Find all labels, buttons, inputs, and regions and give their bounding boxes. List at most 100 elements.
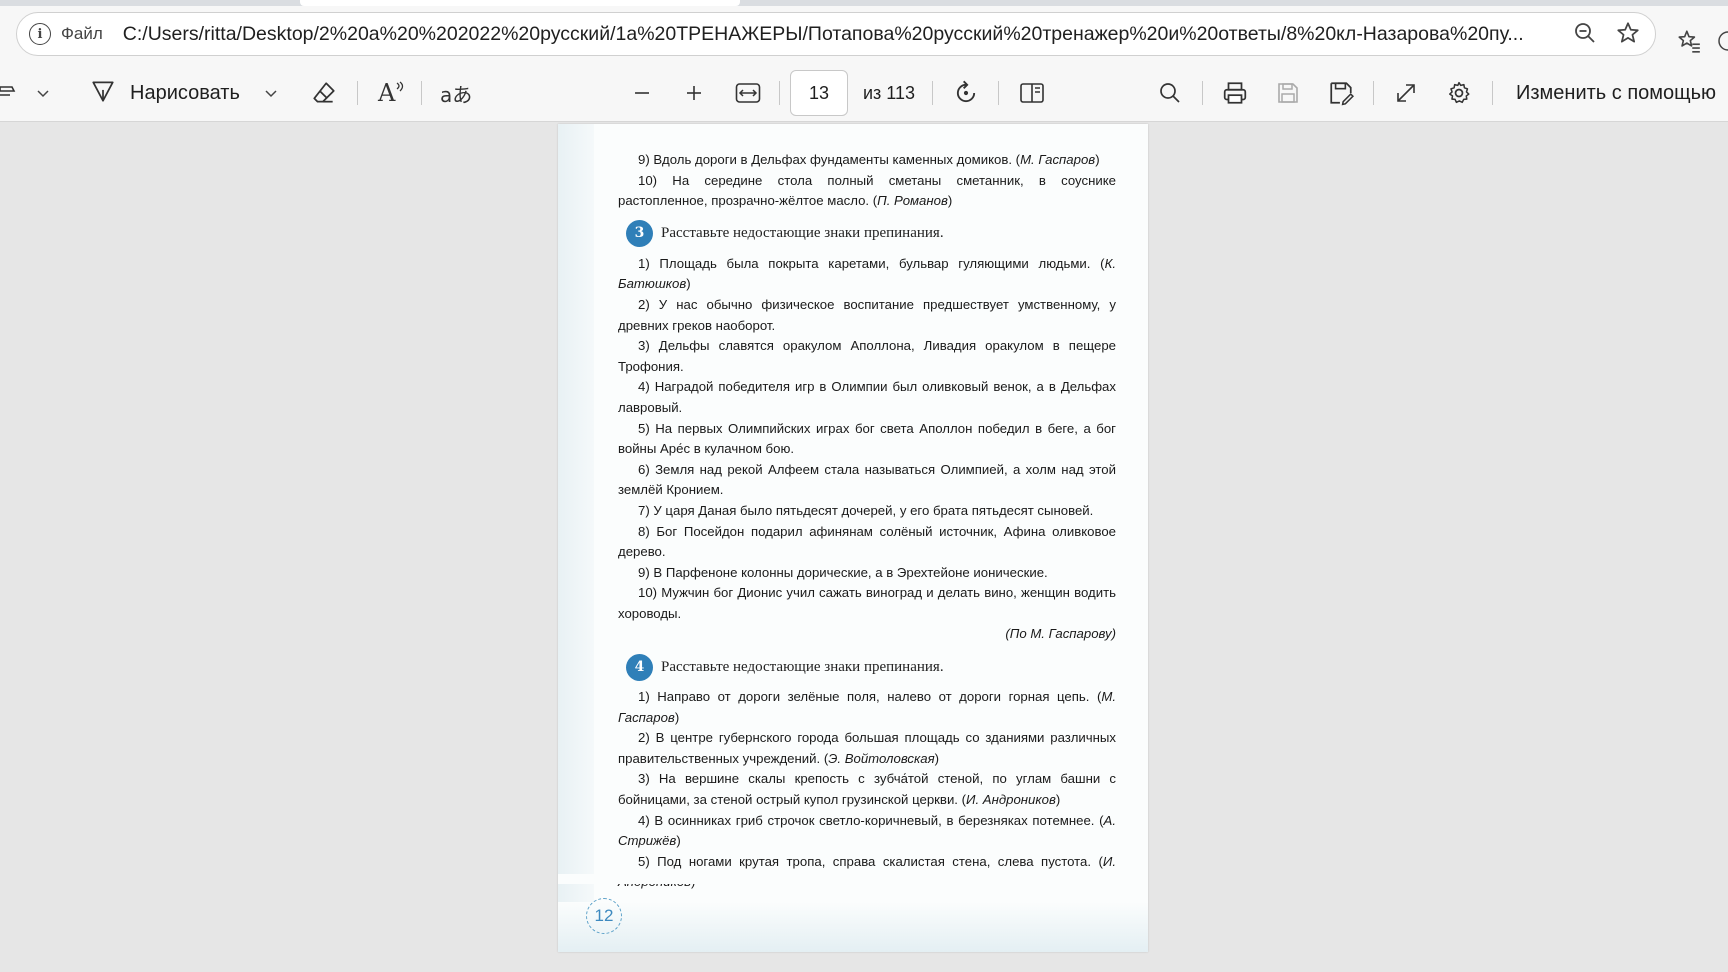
sentence-text: 3) Дельфы славятся оракулом Аполлона, Ли… xyxy=(618,338,1116,374)
edit-with-label: Изменить с помощью xyxy=(1516,81,1717,104)
exercise-sentence: 6) Земля над рекой Алфеем стала называть… xyxy=(618,460,1116,501)
draw-label: Нарисовать xyxy=(130,81,240,104)
toolbar-divider xyxy=(998,81,999,105)
exercise-sentence: 9) В Парфеноне колонны дорические, а в Э… xyxy=(618,563,1116,584)
draw-button[interactable]: Нарисовать xyxy=(90,64,240,122)
exercise-sentence: 10) Мужчин бог Дионис учил сажать виногр… xyxy=(618,583,1116,624)
sentence-author: И. Андроников xyxy=(966,792,1056,808)
page-number-badge: 12 xyxy=(586,898,622,934)
exercise-sentence: 7) У царя Даная было пятьдесят дочерей, … xyxy=(618,501,1116,522)
page-decoration-bottom xyxy=(558,902,1148,952)
exercise-sentence: 1) Площадь была покрыта каретами, бульва… xyxy=(618,254,1116,295)
site-info-icon[interactable]: i xyxy=(29,23,51,45)
favorite-star-icon[interactable] xyxy=(1615,20,1641,51)
page-decoration-left xyxy=(558,124,594,952)
exercise-sentence: 2) В центре губернского города большая п… xyxy=(618,728,1116,769)
sentence-text: 6) Земля над рекой Алфеем стала называть… xyxy=(618,461,1116,498)
read-aloud-icon: A xyxy=(378,79,396,107)
fullscreen-icon[interactable] xyxy=(1394,64,1418,122)
exercise-title: Расставьте недостающие знаки препинания. xyxy=(661,225,944,242)
translate-button[interactable]: aあ xyxy=(440,64,472,122)
page-content: 9) Вдоль дороги в Дельфах фундаменты кам… xyxy=(618,150,1116,893)
draw-pen-icon xyxy=(90,78,116,109)
sentence-text: 1) Площадь была покрыта каретами, бульва… xyxy=(638,255,1105,271)
search-icon[interactable] xyxy=(1158,64,1182,122)
sentence-text: 1) Направо от дороги зелёные поля, налев… xyxy=(638,689,1102,705)
exercise-sentence: 5) На первых Олимпийских играх бог света… xyxy=(618,419,1116,460)
sentence-text: 4) В осинниках гриб строчок светло-корич… xyxy=(638,812,1104,828)
draw-dropdown-chevron-icon[interactable] xyxy=(264,64,278,122)
exercise-sentence: 3) На вершине скалы крепость с зубча́той… xyxy=(618,769,1116,810)
sentence-author: Э. Войтоловская xyxy=(828,750,935,766)
save-as-icon[interactable] xyxy=(1328,64,1354,122)
exercise-title: Расставьте недостающие знаки препинания. xyxy=(661,658,944,675)
favorites-icon[interactable] xyxy=(1676,28,1702,59)
next-pdf-page xyxy=(558,874,1148,884)
page-view-icon[interactable] xyxy=(1019,64,1045,122)
sentence-author: П. Романов xyxy=(877,193,948,209)
sentence-text: 9) В Парфеноне колонны дорические, а в Э… xyxy=(638,564,1048,580)
settings-gear-icon[interactable] xyxy=(1446,64,1472,122)
exercise-sentence: 3) Дельфы славятся оракулом Аполлона, Ли… xyxy=(618,336,1116,377)
sentence-closing: ) xyxy=(1055,792,1061,808)
pdf-viewer-area[interactable]: 9) Вдоль дороги в Дельфах фундаменты кам… xyxy=(0,122,1728,972)
sentence-text: 2) У нас обычно физическое воспитание пр… xyxy=(618,296,1116,333)
toolbar-divider xyxy=(357,81,358,105)
pdf-toolbar: Нарисовать A aあ 13 из 113 Изменить с пом… xyxy=(0,64,1728,122)
exercise-sentence: 9) Вдоль дороги в Дельфах фундаменты кам… xyxy=(618,150,1116,171)
address-row: i Файл C:/Users/ritta/Desktop/2%20a%20%2… xyxy=(0,6,1728,64)
exercise-number-badge: 3 xyxy=(626,220,653,248)
sentence-text: 9) Вдоль дороги в Дельфах фундаменты кам… xyxy=(638,152,1021,167)
toolbar-divider xyxy=(1373,81,1374,105)
sentence-text: 8) Бог Посейдон подарил афинянам солёный… xyxy=(618,523,1116,560)
edit-with-button[interactable]: Изменить с помощью xyxy=(1516,64,1716,122)
sentence-text: 5) Под ногами крутая тропа, справа скали… xyxy=(638,853,1103,869)
sentence-text: 5) На первых Олимпийских играх бог света… xyxy=(618,420,1116,457)
toolbar-divider xyxy=(1202,81,1203,105)
exercise-signature: (По М. Гаспарову) xyxy=(1005,626,1116,642)
sentence-author: М. Гаспаров xyxy=(1020,152,1096,167)
address-bar[interactable]: i Файл C:/Users/ritta/Desktop/2%20a%20%2… xyxy=(16,12,1656,56)
exercise-sentence: 4) В осинниках гриб строчок светло-корич… xyxy=(618,811,1116,852)
toolbar-divider xyxy=(1492,81,1493,105)
fit-to-width-icon[interactable] xyxy=(735,64,761,122)
zoom-in-button[interactable] xyxy=(684,64,704,122)
exercise-number-badge: 4 xyxy=(626,653,653,681)
page-total-label: из 113 xyxy=(863,82,916,103)
highlight-dropdown-chevron-icon[interactable] xyxy=(36,64,50,122)
exercise-sentence: 10) На середине стола полный сметаны сме… xyxy=(618,171,1116,212)
sentence-text: 10) Мужчин бог Дионис учил сажать виногр… xyxy=(618,585,1116,621)
file-scheme-label: Файл xyxy=(61,24,103,43)
toolbar-divider xyxy=(779,81,780,105)
sentence-closing: ) xyxy=(686,276,691,292)
profile-icon[interactable] xyxy=(1716,28,1728,59)
zoom-out-icon[interactable] xyxy=(1573,21,1597,50)
exercise-sentence: 5) Под ногами крутая тропа, справа скали… xyxy=(618,852,1116,893)
rotate-icon[interactable] xyxy=(952,64,980,122)
exercise-sentence: 4) Наградой победителя игр в Олимпии был… xyxy=(618,377,1116,418)
exercise-sentence: 8) Бог Посейдон подарил афинянам солёный… xyxy=(618,522,1116,563)
exercise-sentence: 2) У нас обычно физическое воспитание пр… xyxy=(618,295,1116,336)
sentence-closing: ) xyxy=(1095,152,1100,167)
toolbar-divider xyxy=(421,81,422,105)
page-number-input[interactable]: 13 xyxy=(790,70,848,116)
sentence-text: 7) У царя Даная было пятьдесят дочерей, … xyxy=(638,502,1094,518)
read-aloud-button[interactable]: A xyxy=(378,64,405,122)
zoom-out-button[interactable] xyxy=(632,64,652,122)
save-icon[interactable] xyxy=(1276,64,1300,122)
highlight-button[interactable] xyxy=(0,64,16,122)
sentence-closing: ) xyxy=(947,193,953,209)
sentence-closing: ) xyxy=(676,833,681,849)
translate-icon: aあ xyxy=(440,82,473,107)
exercise-4-header: 4 Расставьте недостающие знаки препинани… xyxy=(626,653,1116,681)
pdf-page: 9) Вдоль дороги в Дельфах фундаменты кам… xyxy=(558,124,1148,952)
url-text[interactable]: C:/Users/ritta/Desktop/2%20a%20%202022%2… xyxy=(123,23,1563,46)
sentence-text: 4) Наградой победителя игр в Олимпии был… xyxy=(618,379,1116,415)
sentence-closing: ) xyxy=(674,709,680,725)
exercise-sentence: 1) Направо от дороги зелёные поля, налев… xyxy=(618,687,1116,728)
eraser-icon[interactable] xyxy=(311,64,337,122)
sentence-text: 10) На середине стола полный сметаны сме… xyxy=(618,172,1116,209)
print-icon[interactable] xyxy=(1222,64,1248,122)
sentence-closing: ) xyxy=(934,750,940,766)
exercise-3-header: 3 Расставьте недостающие знаки препинани… xyxy=(626,220,1116,248)
